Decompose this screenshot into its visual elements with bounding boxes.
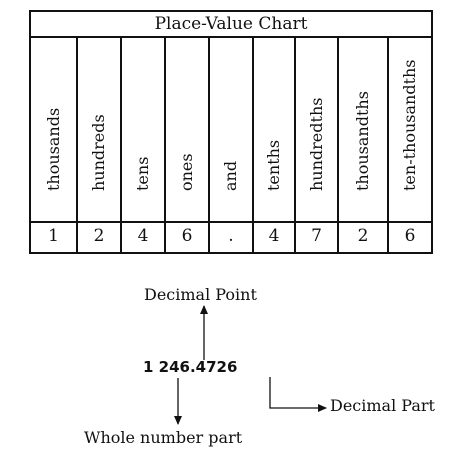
decimal-part-arrow — [269, 377, 327, 412]
annotation-arrows — [174, 305, 327, 425]
